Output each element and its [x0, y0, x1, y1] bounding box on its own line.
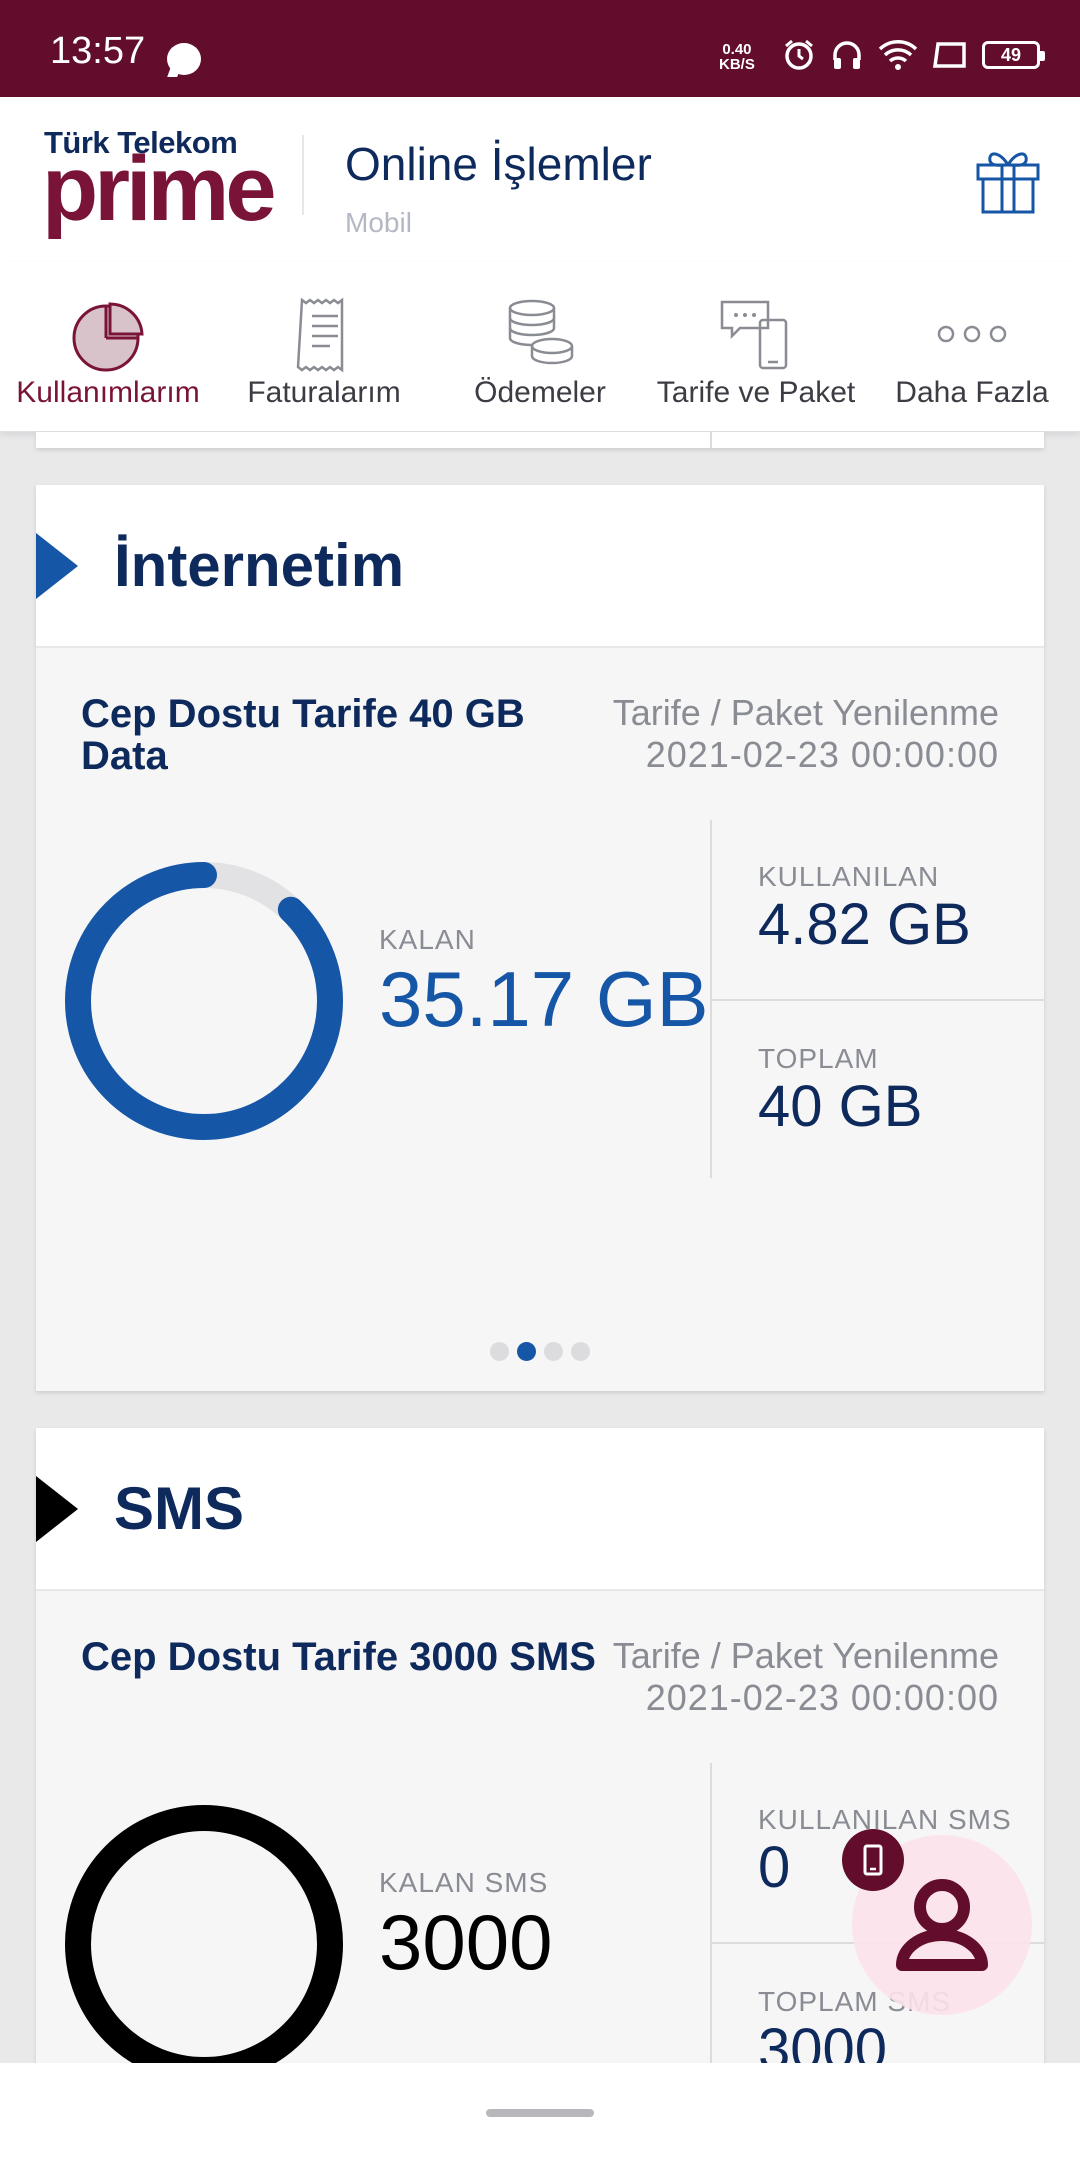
internet-card-title: İnternetim — [114, 532, 405, 599]
tab-kullanimlarim-label: Kullanımlarım — [16, 376, 200, 409]
expand-arrow-icon — [36, 1475, 78, 1542]
receipt-icon — [296, 297, 344, 373]
line-switch-badge[interactable] — [842, 1829, 904, 1891]
sms-remaining-label: KALAN SMS — [379, 1867, 549, 1898]
previous-card-edge — [36, 432, 1044, 448]
message-icon — [167, 43, 201, 75]
internet-card: İnternetim Cep Dostu Tarife 40 GB Data T… — [36, 485, 1044, 1391]
pager-dot-active[interactable] — [517, 1342, 536, 1361]
app-header: Türk Telekom prime Online İşlemler Mobil — [0, 97, 1080, 262]
chat-phone-icon — [720, 300, 788, 370]
page-subtitle: Mobil — [345, 207, 412, 238]
renewal-date: 2021-02-23 00:00:00 — [645, 1677, 999, 1718]
status-bar: 13:57 0.40 KB/S 49 — [0, 0, 1080, 97]
sms-used-value: 0 — [758, 1835, 791, 1900]
logo-prime-text: prime — [42, 138, 277, 240]
sms-card-header[interactable]: SMS — [36, 1428, 1044, 1591]
expand-arrow-icon — [36, 532, 78, 599]
pie-chart-icon — [72, 302, 144, 372]
tab-daha-fazla-label: Daha Fazla — [895, 376, 1049, 409]
page-title: Online İşlemler — [345, 138, 652, 190]
sms-remaining-arc — [65, 1805, 343, 2083]
usage-ring — [65, 862, 343, 1140]
main-navigation: Kullanımlarım Faturalarım Ödemeler Tarif… — [0, 262, 1080, 432]
tab-tarife-ve-paket-label: Tarife ve Paket — [656, 376, 856, 409]
package-name: Cep Dostu Tarife 40 GB Data — [81, 692, 525, 778]
pager-dot[interactable] — [571, 1342, 590, 1361]
renewal-label: Tarife / Paket Yenilenme — [612, 1635, 999, 1676]
remaining-arc — [65, 862, 343, 1140]
coins-icon — [508, 299, 574, 365]
system-navigation-bar — [0, 2063, 1080, 2160]
turk-telekom-prime-logo[interactable]: Türk Telekom prime — [42, 125, 277, 240]
package-name: Cep Dostu Tarife 3000 SMS — [81, 1635, 596, 1679]
network-speed: 0.40 KB/S — [719, 42, 755, 72]
gift-button[interactable] — [975, 145, 1041, 215]
used-label: KULLANILAN — [758, 861, 940, 892]
remaining-label: KALAN — [379, 924, 476, 955]
wifi-icon — [878, 40, 918, 70]
tab-kullanimlarim[interactable]: Kullanımlarım — [0, 262, 216, 432]
home-gesture-pill[interactable] — [486, 2109, 594, 2117]
headphones-icon — [833, 41, 861, 69]
sms-remaining-value: 3000 — [379, 1898, 553, 1986]
header-divider — [302, 135, 304, 215]
more-icon — [937, 325, 1007, 343]
remaining-value: 35.17 GB — [379, 955, 709, 1043]
internet-package-slide[interactable]: Cep Dostu Tarife 40 GB Data Tarife / Pak… — [36, 648, 1044, 1391]
phone-icon — [863, 1844, 883, 1876]
used-value: 4.82 GB — [758, 892, 971, 957]
network-speed-value: 0.40 — [722, 41, 752, 58]
tab-odemeler-label: Ödemeler — [474, 376, 606, 409]
alarm-icon — [785, 39, 813, 70]
stats-divider — [710, 1763, 712, 2068]
pager-dot[interactable] — [544, 1342, 563, 1361]
internet-card-header[interactable]: İnternetim — [36, 485, 1044, 648]
gift-icon — [976, 152, 1040, 214]
sms-usage-ring — [65, 1805, 343, 2083]
sms-card-title: SMS — [114, 1475, 245, 1542]
tab-odemeler[interactable]: Ödemeler — [432, 262, 648, 432]
status-icons: 49 — [782, 38, 1045, 72]
pager-dot[interactable] — [490, 1342, 509, 1361]
slide-pager — [36, 1342, 1044, 1361]
renewal-date: 2021-02-23 00:00:00 — [645, 734, 999, 775]
tab-daha-fazla[interactable]: Daha Fazla — [864, 262, 1080, 432]
total-label: TOPLAM — [758, 1043, 879, 1074]
renewal-label: Tarife / Paket Yenilenme — [612, 692, 999, 733]
stats-row-divider — [712, 999, 1044, 1001]
tab-faturalarim-label: Faturalarım — [247, 376, 401, 409]
network-speed-unit: KB/S — [719, 56, 755, 73]
status-time: 13:57 — [50, 30, 146, 72]
total-value: 40 GB — [758, 1074, 923, 1139]
tab-tarife-ve-paket[interactable]: Tarife ve Paket — [648, 262, 864, 432]
tab-faturalarim[interactable]: Faturalarım — [216, 262, 432, 432]
battery-icon: 49 — [982, 41, 1045, 69]
screen-icon — [932, 42, 966, 68]
